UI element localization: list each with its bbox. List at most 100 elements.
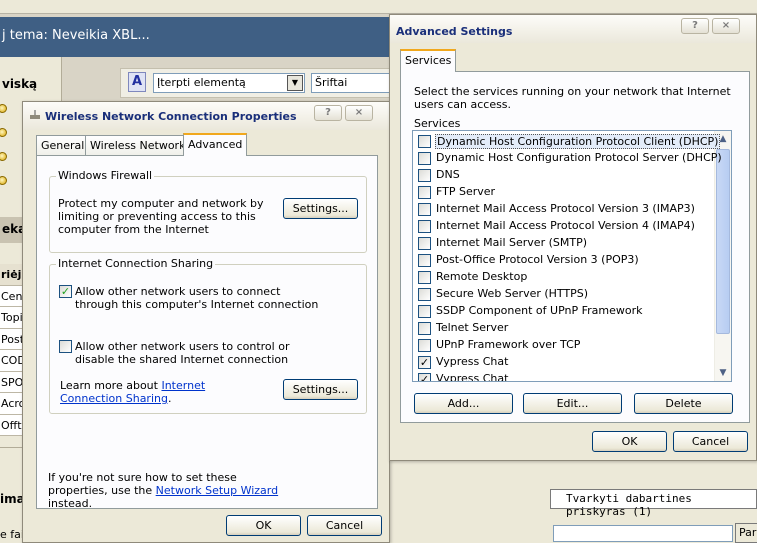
service-row[interactable]: Internet Mail Access Protocol Version 4 … [413, 218, 713, 235]
close-icon[interactable]: × [345, 105, 373, 121]
firewall-settings-button[interactable]: Settings... [283, 198, 358, 219]
tab-general[interactable]: General [36, 135, 90, 155]
bullet-icon [0, 128, 7, 137]
services-scrollbar[interactable]: ▲ ▼ [714, 131, 731, 381]
network-setup-wizard-link[interactable]: Network Setup Wizard [156, 484, 278, 497]
advanced-dialog-title-bar: Advanced Settings ? × [390, 15, 756, 43]
allow-control-label: Allow other network users to control or … [75, 340, 290, 366]
service-row[interactable]: Remote Desktop [413, 269, 713, 286]
services-label: Services [414, 117, 461, 130]
service-checkbox[interactable] [418, 339, 431, 352]
service-row[interactable]: FTP Server [413, 184, 713, 201]
insert-element-select[interactable]: Įterpti elementą ▼ [153, 73, 305, 93]
scroll-down-icon[interactable]: ▼ [715, 365, 731, 381]
service-label: Internet Mail Access Protocol Version 4 … [436, 219, 695, 232]
manage-assignments-button[interactable]: Tvarkyti dabartines priskyras (1) [550, 489, 757, 518]
service-checkbox[interactable] [418, 271, 431, 284]
table-row[interactable]: COD [0, 350, 22, 372]
table-row[interactable]: Acro [0, 393, 22, 415]
service-checkbox[interactable] [418, 152, 431, 165]
ok-button[interactable]: OK [226, 515, 301, 536]
service-checkbox[interactable] [418, 203, 431, 216]
service-label: Post-Office Protocol Version 3 (POP3) [436, 253, 639, 266]
add-service-button[interactable]: Add... [414, 393, 513, 414]
service-row[interactable]: UPnP Framework over TCP [413, 337, 713, 354]
close-icon[interactable]: × [712, 18, 740, 34]
tab-services[interactable]: Services [400, 49, 456, 72]
service-row[interactable]: Internet Mail Access Protocol Version 3 … [413, 201, 713, 218]
insert-element-icon[interactable]: A [128, 72, 146, 92]
cancel-button[interactable]: Cancel [307, 515, 382, 536]
service-row[interactable]: DNS [413, 167, 713, 184]
services-list[interactable]: ▲ ▼ Dynamic Host Configuration Protocol … [412, 130, 732, 382]
bullet-icon [0, 152, 7, 161]
ok-button[interactable]: OK [592, 431, 667, 452]
allow-connect-label: Allow other network users to connect thr… [75, 285, 319, 311]
service-checkbox[interactable]: ✓ [418, 356, 431, 369]
network-icon [29, 110, 41, 120]
footer-suffix: instead. [48, 497, 93, 510]
service-checkbox[interactable] [418, 254, 431, 267]
service-checkbox[interactable] [418, 220, 431, 233]
insert-element-value: Įterpti elementą [157, 76, 246, 89]
table-row[interactable]: SPO [0, 371, 22, 393]
allow-connect-checkbox[interactable]: ✓ [59, 285, 72, 298]
service-label: Remote Desktop [436, 270, 528, 283]
service-checkbox[interactable] [418, 305, 431, 318]
service-label: Vypress Chat [436, 372, 509, 382]
table-row[interactable]: Offto [0, 414, 22, 436]
service-checkbox[interactable] [418, 237, 431, 250]
service-checkbox[interactable] [418, 169, 431, 182]
help-icon[interactable]: ? [681, 18, 709, 34]
tab-advanced[interactable]: Advanced [183, 133, 248, 156]
edit-service-button[interactable]: Edit... [523, 393, 622, 414]
help-icon[interactable]: ? [314, 105, 342, 121]
service-checkbox[interactable] [418, 135, 431, 148]
learn-more-suffix: . [167, 392, 172, 405]
service-checkbox[interactable] [418, 288, 431, 301]
service-row[interactable]: Post-Office Protocol Version 3 (POP3) [413, 252, 713, 269]
table-row[interactable]: Topic [0, 307, 22, 329]
wireless-properties-dialog: Wireless Network Connection Properties ?… [22, 101, 390, 543]
background-pari-button[interactable]: Pari [735, 523, 757, 543]
service-row[interactable]: Secure Web Server (HTTPS) [413, 286, 713, 303]
service-row[interactable]: Telnet Server [413, 320, 713, 337]
ics-legend: Internet Connection Sharing [56, 257, 216, 270]
service-row[interactable]: SSDP Component of UPnP Framework [413, 303, 713, 320]
background-search-input[interactable] [553, 525, 733, 542]
font-select-value: Šriftai [315, 76, 348, 89]
service-label: Secure Web Server (HTTPS) [436, 287, 589, 300]
service-row[interactable]: ✓ Vypress Chat [413, 354, 713, 371]
dialog-title: Wireless Network Connection Properties [45, 110, 297, 123]
service-checkbox[interactable] [418, 186, 431, 199]
service-row[interactable]: Internet Mail Server (SMTP) [413, 235, 713, 252]
service-label: Internet Mail Server (SMTP) [436, 236, 587, 249]
table-row[interactable]: Cent [0, 285, 22, 307]
chevron-down-icon[interactable]: ▼ [287, 75, 303, 91]
advanced-dialog-title: Advanced Settings [396, 25, 513, 38]
ics-settings-button[interactable]: Settings... [283, 379, 358, 400]
table-row[interactable]: Post [0, 328, 22, 350]
windows-firewall-group: Windows Firewall Protect my computer and… [49, 169, 367, 253]
learn-more-text: Learn more about Internet Connection Sha… [60, 379, 260, 405]
service-label: Telnet Server [436, 321, 509, 334]
cancel-button[interactable]: Cancel [673, 431, 748, 452]
service-checkbox[interactable]: ✓ [418, 373, 431, 381]
service-row[interactable]: Dynamic Host Configuration Protocol Clie… [413, 133, 721, 150]
service-row[interactable]: Dynamic Host Configuration Protocol Serv… [413, 150, 722, 167]
bullet-icon [0, 176, 7, 185]
background-top-strip [0, 0, 757, 14]
allow-control-checkbox[interactable] [59, 340, 72, 353]
bullet-icon [0, 104, 7, 113]
learn-more-prefix: Learn more about [60, 379, 162, 392]
tab-wireless-networks[interactable]: Wireless Networks [85, 135, 197, 155]
services-intro: Select the services running on your netw… [414, 85, 731, 111]
service-row[interactable]: ✓ Vypress Chat [413, 371, 713, 382]
table-header: riėji [0, 264, 22, 286]
service-label: FTP Server [436, 185, 496, 198]
font-select[interactable]: Šriftai [311, 73, 391, 93]
service-label: DNS [436, 168, 460, 181]
delete-service-button[interactable]: Delete [634, 393, 733, 414]
service-checkbox[interactable] [418, 322, 431, 335]
scrollbar-thumb[interactable] [716, 149, 730, 334]
